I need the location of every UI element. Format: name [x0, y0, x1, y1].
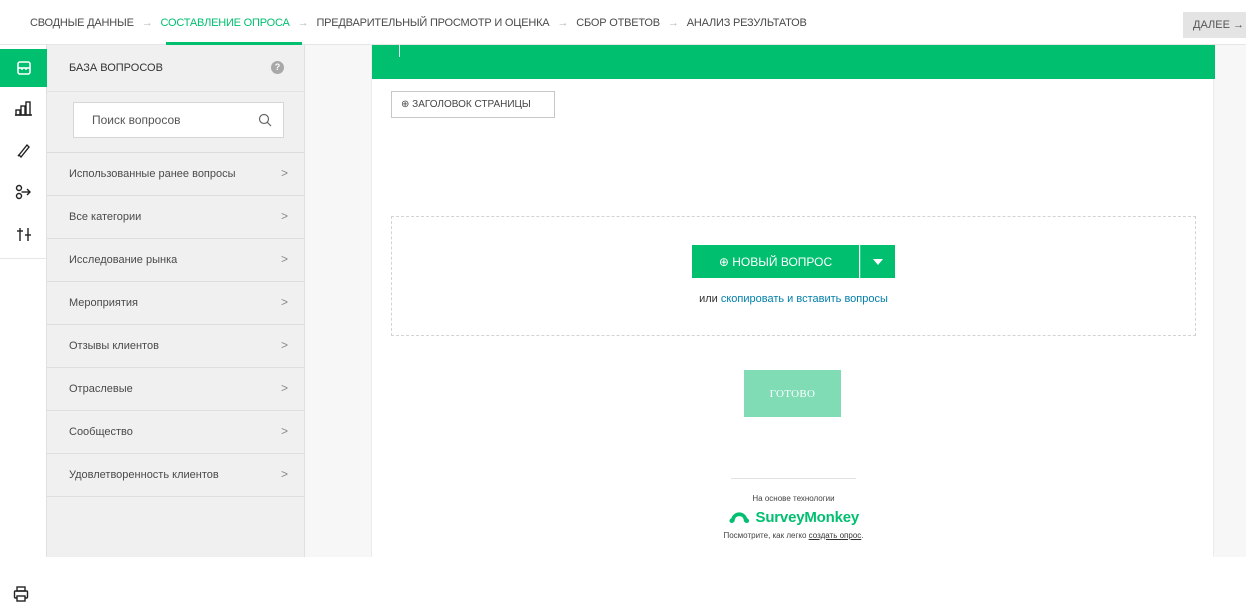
chevron-right-icon: > [281, 295, 289, 309]
category-label: Мероприятия [69, 297, 138, 309]
logic-icon[interactable] [0, 89, 47, 127]
help-icon[interactable]: ? [271, 61, 284, 74]
search-box [73, 102, 284, 138]
brand-name: SurveyMonkey [755, 508, 860, 526]
rail-divider [0, 258, 47, 259]
text-cursor [399, 45, 400, 57]
caret-down-icon [873, 258, 883, 265]
category-label: Все категории [69, 211, 142, 223]
category-label: Сообщество [69, 426, 133, 438]
step-collect-responses[interactable]: СБОР ОТВЕТОВ [576, 17, 660, 29]
category-recently-used[interactable]: Использованные ранее вопросы > [47, 153, 305, 196]
next-button[interactable]: ДАЛЕЕ → [1183, 12, 1246, 38]
copy-prefix: или [699, 293, 721, 305]
copy-paste-link[interactable]: скопировать и вставить вопросы [721, 293, 888, 305]
step-preview-score[interactable]: ПРЕДВАРИТЕЛЬНЫЙ ПРОСМОТР И ОЦЕНКА [316, 17, 549, 29]
category-events[interactable]: Мероприятия > [47, 282, 305, 325]
survey-canvas: ⊕ ЗАГОЛОВОК СТРАНИЦЫ ⊕ НОВЫЙ ВОПРОС или … [305, 45, 1246, 557]
category-all[interactable]: Все категории > [47, 196, 305, 239]
question-bank-icon[interactable] [0, 49, 47, 87]
surveymonkey-logo[interactable]: SurveyMonkey [729, 507, 859, 527]
search-input[interactable] [74, 103, 244, 137]
arrow-right-icon: → [297, 17, 309, 29]
tool-rail [0, 45, 47, 602]
design-icon[interactable] [0, 131, 47, 169]
category-customer-feedback[interactable]: Отзывы клиентов > [47, 325, 305, 368]
new-question-button[interactable]: ⊕ НОВЫЙ ВОПРОС [692, 245, 859, 278]
add-question-zone: ⊕ НОВЫЙ ВОПРОС или скопировать и вставит… [391, 216, 1196, 336]
category-label: Использованные ранее вопросы [69, 168, 236, 180]
print-icon[interactable] [13, 586, 29, 607]
see-how-prefix: Посмотрите, как легко [723, 531, 809, 540]
top-nav: СВОДНЫЕ ДАННЫЕ → СОСТАВЛЕНИЕ ОПРОСА → ПР… [0, 0, 1246, 45]
survey-header-bar [372, 45, 1215, 79]
add-page-title-button[interactable]: ⊕ ЗАГОЛОВОК СТРАНИЦЫ [391, 91, 555, 118]
chevron-right-icon: > [281, 424, 289, 438]
category-label: Исследование рынка [69, 254, 178, 266]
category-market-research[interactable]: Исследование рынка > [47, 239, 305, 282]
create-survey-link[interactable]: создать опрос [809, 531, 862, 540]
question-bank-title: БАЗА ВОПРОСОВ [69, 62, 163, 74]
question-bank-panel: БАЗА ВОПРОСОВ ? Использованные ранее воп… [47, 45, 305, 557]
chevron-right-icon: > [281, 467, 289, 481]
copy-paste-line: или скопировать и вставить вопросы [392, 293, 1195, 305]
category-label: Отзывы клиентов [69, 340, 159, 352]
chevron-right-icon: > [281, 252, 289, 266]
new-question-dropdown[interactable] [860, 245, 895, 278]
done-button[interactable]: ГОТОВО [744, 370, 841, 417]
category-community[interactable]: Сообщество > [47, 411, 305, 454]
step-summary[interactable]: СВОДНЫЕ ДАННЫЕ [30, 17, 134, 29]
search-area [47, 91, 305, 153]
search-icon[interactable] [258, 113, 272, 127]
new-question-control: ⊕ НОВЫЙ ВОПРОС [692, 245, 895, 278]
step-analyze-results[interactable]: АНАЛИЗ РЕЗУЛЬТАТОВ [687, 17, 807, 29]
category-label: Удовлетворенность клиентов [69, 469, 219, 481]
see-how-text: Посмотрите, как легко создать опрос. [372, 531, 1215, 540]
category-industry[interactable]: Отраслевые > [47, 368, 305, 411]
arrow-right-icon: → [141, 17, 153, 29]
arrow-right-icon: → [667, 17, 679, 29]
chevron-right-icon: > [281, 338, 289, 352]
chevron-right-icon: > [281, 166, 289, 180]
step-design-survey[interactable]: СОСТАВЛЕНИЕ ОПРОСА [161, 17, 290, 29]
options-icon[interactable] [0, 215, 47, 253]
chevron-right-icon: > [281, 209, 289, 223]
see-how-suffix: . [861, 531, 864, 540]
branching-icon[interactable] [0, 173, 47, 211]
arrow-right-icon: → [557, 17, 569, 29]
survey-page: ⊕ ЗАГОЛОВОК СТРАНИЦЫ ⊕ НОВЫЙ ВОПРОС или … [371, 45, 1215, 557]
workflow-steps: СВОДНЫЕ ДАННЫЕ → СОСТАВЛЕНИЕ ОПРОСА → ПР… [30, 17, 807, 29]
powered-by-text: На основе технологии [752, 494, 835, 503]
category-label: Отраслевые [69, 383, 133, 395]
category-customer-satisfaction[interactable]: Удовлетворенность клиентов > [47, 454, 305, 497]
surveymonkey-logo-icon [729, 512, 750, 524]
chevron-right-icon: > [281, 381, 289, 395]
footer-divider [731, 478, 856, 479]
